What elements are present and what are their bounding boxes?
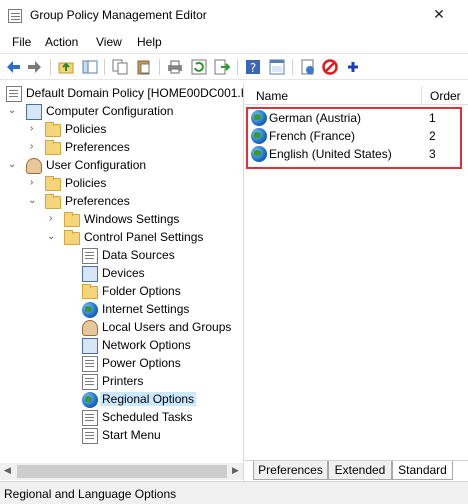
tree-item-label: Policies [65, 122, 107, 136]
tree-item-label: Data Sources [102, 248, 175, 262]
folder-icon [45, 140, 61, 155]
menu-action[interactable]: Action [45, 35, 78, 49]
tree-item-label: Internet Settings [102, 302, 190, 316]
user-icon [26, 158, 42, 174]
highlight-box [246, 107, 462, 169]
print-icon[interactable] [167, 59, 183, 75]
tab-preferences[interactable]: Preferences [253, 461, 328, 480]
close-button[interactable]: ✕ [432, 6, 446, 22]
policy-document-icon [6, 86, 22, 102]
toolbar-separator [104, 59, 105, 75]
chevron-right-icon[interactable]: › [30, 124, 40, 134]
devices-icon [82, 266, 98, 282]
tree-item-label: Scheduled Tasks [102, 410, 193, 424]
chevron-down-icon[interactable]: ⌄ [8, 160, 18, 170]
folder-icon [45, 176, 61, 191]
show-hide-tree-icon[interactable] [82, 59, 98, 75]
up-folder-icon[interactable] [58, 59, 74, 75]
data-sources-icon [82, 248, 98, 264]
tree-item-label: Computer Configuration [46, 104, 174, 118]
tree-item-label: Windows Settings [84, 212, 180, 226]
scroll-left-icon[interactable]: ◀ [4, 465, 11, 476]
new-item-icon[interactable] [300, 59, 316, 75]
folder-icon [64, 212, 80, 227]
tree-item-label: Default Domain Policy [HOME00DC001.H [26, 86, 244, 100]
disable-icon[interactable] [322, 59, 338, 75]
folder-icon [45, 122, 61, 137]
tree-item-label: Preferences [65, 140, 130, 154]
horizontal-scrollbar[interactable]: ◀ ▶ [0, 463, 243, 480]
printer-icon [82, 374, 98, 390]
menu-bar: File Action View Help [0, 31, 468, 53]
toolbar-separator [50, 59, 51, 75]
toolbar-separator [292, 59, 293, 75]
chevron-right-icon[interactable]: › [30, 142, 40, 152]
menu-file[interactable]: File [12, 35, 31, 49]
chevron-right-icon[interactable]: › [49, 214, 59, 224]
app-icon [8, 9, 22, 23]
scroll-right-icon[interactable]: ▶ [232, 465, 239, 476]
tree-item-label: Policies [65, 176, 107, 190]
chevron-right-icon[interactable]: › [30, 178, 40, 188]
forward-icon[interactable] [26, 59, 42, 75]
export-icon[interactable] [214, 59, 230, 75]
help-icon[interactable]: ? [245, 59, 261, 75]
start-menu-icon [82, 428, 98, 444]
scrollbar-thumb[interactable] [17, 465, 227, 478]
tree-item-label: Printers [102, 374, 144, 388]
chevron-down-icon[interactable]: ⌄ [47, 232, 57, 242]
toolbar-separator [237, 59, 238, 75]
copy-icon[interactable] [112, 59, 128, 75]
column-header-name[interactable]: Name [256, 89, 288, 103]
chevron-down-icon[interactable]: ⌄ [28, 196, 38, 206]
tree-item-label: Folder Options [102, 284, 181, 298]
folder-options-icon [82, 284, 98, 299]
status-text: Regional and Language Options [4, 487, 177, 501]
folder-icon [45, 194, 61, 209]
toolbar-separator [159, 59, 160, 75]
toolbar: ? [0, 53, 468, 80]
tree-item-label: User Configuration [46, 158, 147, 172]
refresh-icon[interactable] [191, 59, 207, 75]
tab-standard[interactable]: Standard [392, 461, 453, 480]
tab-extended[interactable]: Extended [328, 461, 392, 480]
tree-item-label: Local Users and Groups [102, 320, 232, 334]
globe-icon [82, 392, 98, 408]
column-header-order[interactable]: Order [430, 89, 461, 103]
power-icon [82, 356, 98, 372]
svg-text:?: ? [250, 61, 256, 75]
tree-item-label: Power Options [102, 356, 181, 370]
tree-item-label: Network Options [102, 338, 191, 352]
tree-item-label: Start Menu [102, 428, 161, 442]
menu-help[interactable]: Help [137, 35, 162, 49]
window-title: Group Policy Management Editor [30, 8, 207, 22]
add-icon[interactable] [345, 59, 361, 75]
control-panel-folder-icon [64, 230, 80, 245]
tree-pane: Default Domain Policy [HOME00DC001.H ⌄ C… [0, 83, 244, 481]
users-icon [82, 320, 98, 336]
view-tabs: Preferences Extended Standard [245, 460, 468, 482]
back-icon[interactable] [6, 59, 22, 75]
header-divider [245, 104, 468, 105]
network-icon [82, 338, 98, 354]
tree-item-label: Devices [102, 266, 145, 280]
paste-icon[interactable] [136, 59, 152, 75]
computer-icon [26, 104, 42, 120]
properties-icon[interactable] [269, 59, 285, 75]
internet-settings-icon [82, 302, 98, 318]
tree-item-label: Control Panel Settings [84, 230, 204, 244]
scheduled-tasks-icon [82, 410, 98, 426]
column-separator[interactable] [421, 86, 422, 104]
tree-item-label: Preferences [65, 194, 130, 208]
menu-view[interactable]: View [96, 35, 122, 49]
chevron-down-icon[interactable]: ⌄ [8, 106, 18, 116]
tree-item-label: Regional Options [100, 392, 197, 406]
